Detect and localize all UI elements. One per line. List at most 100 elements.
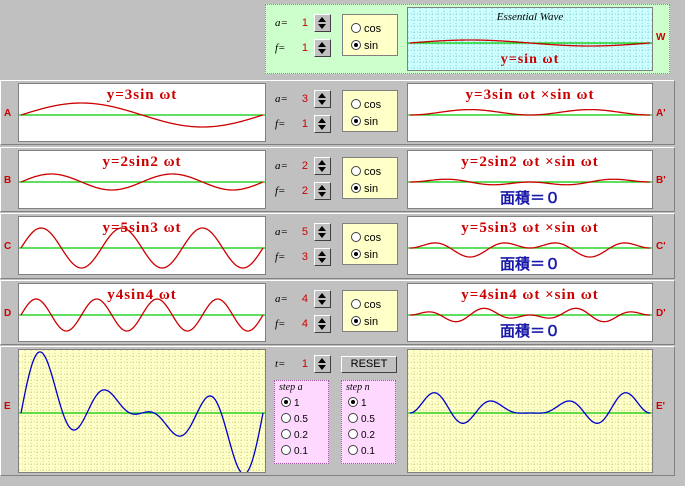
arrow-down-icon — [318, 365, 326, 370]
arrow-down-icon — [318, 125, 326, 130]
row-d-area-label: 面積＝０ — [499, 322, 560, 340]
row-c-a-label: a= — [275, 226, 288, 238]
radio-icon — [281, 413, 291, 423]
row-c-label-right: C' — [656, 241, 666, 252]
row-d-a-spinner[interactable] — [314, 290, 331, 308]
row-d-f-value: 4 — [301, 318, 308, 330]
arrow-down-icon — [318, 300, 326, 305]
row-d-product-graph: y=4sin4 ωt ×sin ωt 面積＝０ — [407, 283, 653, 342]
row-d-label: D — [4, 308, 12, 319]
row-c-a-spinner[interactable] — [314, 223, 331, 241]
arrow-up-icon — [318, 358, 326, 363]
row-d-sin-option[interactable]: sin — [351, 315, 378, 329]
top-a-spinner[interactable] — [314, 14, 331, 32]
arrow-up-icon — [318, 226, 326, 231]
arrow-up-icon — [318, 293, 326, 298]
row-d-wave-type-radio: cos sin — [342, 290, 398, 332]
row-a-product-graph: y=3sin ωt ×sin ωt — [407, 83, 653, 142]
row-a-product-curve — [410, 108, 650, 116]
step-a-option-2[interactable]: 0.2 — [281, 429, 308, 442]
step-a-option-3[interactable]: 0.1 — [281, 445, 308, 458]
row-b-label: B — [4, 175, 12, 186]
arrow-up-icon — [318, 185, 326, 190]
row-b-cos-option[interactable]: cos — [351, 165, 381, 179]
radio-icon — [281, 445, 291, 455]
reset-button[interactable]: RESET — [341, 356, 397, 373]
row-a-f-spinner[interactable] — [314, 115, 331, 133]
row-b-sin-option[interactable]: sin — [351, 182, 378, 196]
arrow-down-icon — [318, 167, 326, 172]
row-b-a-label: a= — [275, 160, 288, 172]
row-c-sin-option[interactable]: sin — [351, 248, 378, 262]
radio-icon — [351, 299, 361, 309]
row-e-product-curve — [409, 392, 651, 424]
radio-icon — [348, 429, 358, 439]
arrow-up-icon — [318, 318, 326, 323]
row-c-cos-option[interactable]: cos — [351, 231, 381, 245]
row-e-label-right: E' — [656, 401, 666, 412]
row-c-label: C — [4, 241, 12, 252]
radio-selected-icon — [351, 116, 361, 126]
row-b-area-label: 面積＝０ — [499, 189, 560, 207]
arrow-down-icon — [318, 233, 326, 238]
row-b-product-graph: y=2sin2 ωt ×sin ωt 面積＝０ — [407, 150, 653, 209]
step-n-option-0[interactable]: 1 — [348, 397, 367, 410]
row-d-f-spinner[interactable] — [314, 315, 331, 333]
step-n-title: step n — [346, 382, 370, 393]
step-a-option-0[interactable]: 1 — [281, 397, 300, 410]
arrow-up-icon — [318, 118, 326, 123]
step-n-option-3[interactable]: 0.1 — [348, 445, 375, 458]
row-e-t-spinner[interactable] — [314, 355, 331, 373]
row-b-wave-graph: y=2sin2 ωt — [18, 150, 266, 209]
arrow-down-icon — [318, 192, 326, 197]
row-b-wave-type-radio: cos sin — [342, 157, 398, 199]
row-c-f-label: f= — [275, 251, 286, 263]
row-a-label: A — [4, 108, 12, 119]
step-a-option-1[interactable]: 0.5 — [281, 413, 308, 426]
row-a-wave-graph: y=3sin ωt — [18, 83, 266, 142]
radio-icon — [348, 413, 358, 423]
top-cos-option[interactable]: cos — [351, 22, 381, 36]
grid — [19, 350, 265, 472]
radio-icon — [348, 445, 358, 455]
row-e-label: E — [4, 401, 11, 412]
essential-wave-title: Essential Wave — [496, 11, 564, 23]
top-f-spinner[interactable] — [314, 39, 331, 57]
row-a-wave-type-radio: cos sin — [342, 90, 398, 132]
top-f-value: 1 — [301, 42, 308, 54]
row-a-sin-option[interactable]: sin — [351, 115, 378, 129]
row-d-cos-option[interactable]: cos — [351, 298, 381, 312]
radio-selected-icon — [351, 316, 361, 326]
arrow-down-icon — [318, 325, 326, 330]
row-a-wave-equation: y=3sin ωt — [106, 87, 178, 103]
row-e-t-label: t= — [275, 358, 286, 370]
row-d-f-label: f= — [275, 318, 286, 330]
step-a-group: step a 1 0.5 0.2 0.1 — [274, 380, 329, 464]
grid — [408, 350, 652, 472]
row-b-a-spinner[interactable] — [314, 157, 331, 175]
row-c-wave-graph: y=5sin3 ωt — [18, 216, 266, 275]
row-b-f-spinner[interactable] — [314, 182, 331, 200]
row-a-cos-option[interactable]: cos — [351, 98, 381, 112]
row-b-wave-equation: y=2sin2 ωt — [102, 154, 182, 170]
row-b-a-value: 2 — [301, 160, 308, 172]
row-d-label-right: D' — [656, 308, 666, 319]
row-c-wave-equation: y=5sin3 ωt — [102, 220, 182, 236]
row-a-f-value: 1 — [301, 118, 308, 130]
top-sin-option[interactable]: sin — [351, 39, 378, 53]
row-e-sum-svg — [19, 350, 265, 472]
row-c-a-value: 5 — [301, 226, 308, 238]
radio-selected-icon — [348, 397, 358, 407]
row-d-wave-equation: y4sin4 ωt — [107, 287, 177, 303]
row-d-a-value: 4 — [301, 293, 308, 305]
arrow-up-icon — [318, 251, 326, 256]
step-n-option-1[interactable]: 0.5 — [348, 413, 375, 426]
arrow-down-icon — [318, 49, 326, 54]
step-n-option-2[interactable]: 0.2 — [348, 429, 375, 442]
row-c-f-value: 3 — [301, 251, 308, 263]
essential-wave-equation: y=sin ωt — [500, 52, 560, 67]
arrow-down-icon — [318, 100, 326, 105]
top-f-label: f= — [275, 42, 286, 54]
row-a-a-spinner[interactable] — [314, 90, 331, 108]
row-c-f-spinner[interactable] — [314, 248, 331, 266]
